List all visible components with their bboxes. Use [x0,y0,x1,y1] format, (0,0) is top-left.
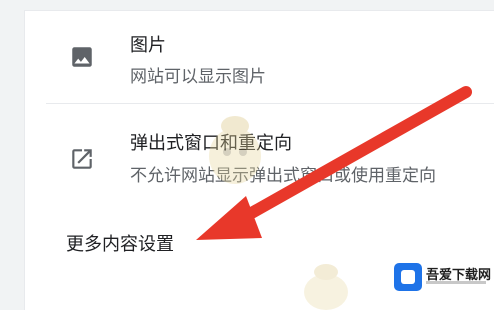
images-setting-title: 图片 [130,35,166,56]
open-in-new-icon [72,149,92,169]
watermark-mascot [209,116,261,184]
more-content-settings-link[interactable]: 更多内容设置 [66,230,174,256]
left-rail [0,0,24,310]
popups-setting-description: 不允许网站显示弹出式窗口或使用重定向 [130,166,436,186]
site-logo-icon [394,263,422,291]
images-setting-description: 网站可以显示图片 [130,67,266,87]
site-watermark-subline [426,281,486,284]
images-setting-row[interactable]: 图片 网站可以显示图片 [25,14,494,102]
image-icon [72,47,92,67]
top-band [24,0,494,11]
watermark-mascot-bottom [304,264,348,310]
site-watermark-badge: 吾爱下载网 [394,262,491,292]
